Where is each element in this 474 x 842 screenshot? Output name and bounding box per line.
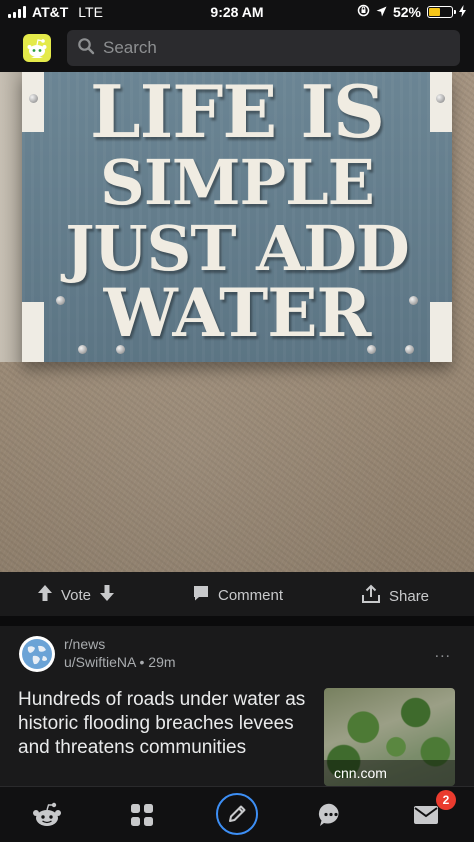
- share-icon: [361, 584, 381, 608]
- upvote-icon[interactable]: [37, 584, 53, 606]
- status-right: 52%: [357, 4, 466, 20]
- subreddit-avatar[interactable]: [19, 636, 55, 672]
- comment-icon: [192, 584, 210, 606]
- meta-separator: •: [139, 654, 149, 670]
- status-bar: AT&T LTE 9:28 AM 52%: [0, 0, 474, 24]
- vote-control: Vote: [37, 584, 115, 606]
- sign-bracket: [430, 302, 452, 362]
- more-options-icon[interactable]: ...: [435, 644, 451, 662]
- sign-bracket: [22, 302, 44, 362]
- rivet: [405, 345, 414, 354]
- sign-text-line: SIMPLE: [100, 146, 375, 219]
- bottom-nav: 2: [0, 786, 474, 842]
- rivet: [78, 345, 87, 354]
- sign-text-line: JUST ADD: [65, 212, 410, 285]
- snoo-icon[interactable]: [23, 34, 51, 62]
- share-button[interactable]: Share: [361, 584, 429, 608]
- post-meta: u/SwiftieNA • 29m: [64, 654, 176, 670]
- downvote-icon[interactable]: [99, 584, 115, 606]
- create-post-icon[interactable]: [216, 793, 258, 835]
- search-icon: [77, 37, 95, 60]
- charging-icon: [459, 4, 466, 20]
- comment-label: Comment: [218, 586, 284, 604]
- battery-percent: 52%: [392, 4, 421, 20]
- vote-label: Vote: [61, 586, 92, 604]
- rivet: [436, 94, 445, 103]
- wooden-sign: LIFE IS SIMPLE JUST ADD WATER: [22, 72, 452, 362]
- rotation-lock-icon: [357, 4, 370, 20]
- post-age: 29m: [148, 654, 176, 670]
- comment-button[interactable]: Comment: [192, 584, 283, 606]
- inbox-badge: 2: [436, 790, 456, 810]
- link-domain: cnn.com: [324, 760, 455, 786]
- rivet: [29, 94, 38, 103]
- search-bar[interactable]: Search: [67, 30, 460, 66]
- feed-divider: [0, 616, 474, 626]
- post-author[interactable]: u/SwiftieNA: [64, 654, 136, 670]
- app-header: Search: [0, 24, 474, 72]
- share-label: Share: [389, 587, 430, 605]
- post-title[interactable]: Hundreds of roads under water as histori…: [18, 688, 314, 760]
- chat-icon[interactable]: [315, 799, 347, 831]
- search-placeholder: Search: [103, 38, 157, 57]
- subreddit-name[interactable]: r/news: [64, 636, 105, 652]
- sign-text-line: WATER: [103, 274, 372, 352]
- post-image[interactable]: LIFE IS SIMPLE JUST ADD WATER: [0, 72, 474, 572]
- globe-icon: [22, 639, 52, 669]
- battery-icon: [427, 6, 456, 18]
- location-icon: [376, 4, 387, 20]
- sign-text-line: LIFE IS: [89, 72, 385, 154]
- post-card[interactable]: r/news u/SwiftieNA • 29m ... Hundreds of…: [0, 626, 474, 786]
- post-action-bar: Vote Comment Share: [0, 572, 474, 616]
- home-icon[interactable]: [31, 799, 63, 831]
- popular-icon[interactable]: [126, 799, 158, 831]
- link-thumbnail[interactable]: cnn.com: [324, 688, 455, 786]
